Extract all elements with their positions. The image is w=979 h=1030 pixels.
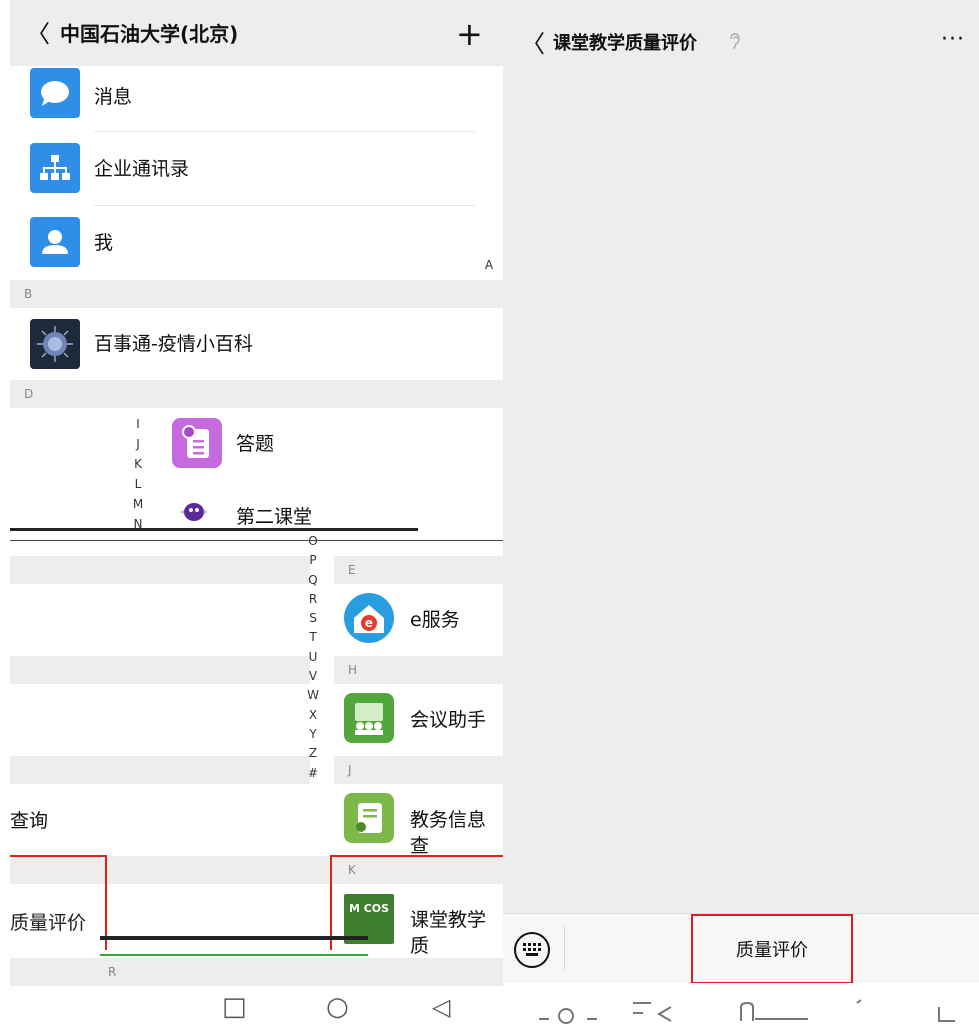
academic-info-icon: [344, 793, 394, 843]
section-header-h: H: [334, 656, 503, 684]
alphabet-index-fragment[interactable]: OP QR ST UV WX YZ #: [306, 532, 320, 783]
list-item-label: 消息: [94, 86, 133, 108]
list-item-label: 课堂教学质: [410, 909, 487, 957]
section-header-e: E: [334, 556, 503, 584]
list-item-label: 第二课堂: [236, 506, 313, 528]
ear-icon[interactable]: [729, 33, 741, 55]
section-header-blank: [10, 756, 310, 784]
e-service-icon: e: [344, 593, 394, 643]
left-screen: 〈 中国石油大学(北京) + 消息 企业通讯录 我 A B 百事通-疫情小百科 …: [10, 0, 503, 1030]
section-header-b: B: [10, 280, 503, 308]
list-item-label: 答题: [236, 433, 275, 455]
back-button[interactable]: 〈: [521, 30, 545, 58]
more-options-button[interactable]: ···: [941, 26, 965, 54]
section-header-r: R: [10, 958, 503, 986]
system-nav-bar-glitched: [503, 983, 979, 1030]
list-item-quiz[interactable]: 答题: [10, 408, 503, 480]
bottom-menu-bar: 质量评价: [503, 913, 979, 984]
webview-content: [503, 74, 979, 914]
page-title: 课堂教学质量评价: [553, 33, 697, 54]
section-header-blank: [10, 656, 310, 684]
list-item-baishitong[interactable]: 百事通-疫情小百科: [10, 308, 503, 380]
list-item-label: e服务: [410, 609, 460, 631]
list-item-classroom-eval[interactable]: M COS 课堂教学质: [334, 884, 503, 957]
add-button[interactable]: +: [456, 17, 483, 51]
list-item-label: 企业通讯录: [94, 158, 190, 180]
render-glitch-line: [10, 540, 503, 541]
list-item-meeting[interactable]: 会议助手: [334, 684, 503, 756]
chat-bubble-icon: [30, 68, 80, 118]
section-header-j: J: [334, 756, 503, 784]
meeting-icon: [344, 693, 394, 743]
fragment-text-eval: 质量评价: [10, 912, 87, 934]
list-item-label: 百事通-疫情小百科: [94, 333, 253, 355]
back-button[interactable]: 〈: [26, 20, 50, 48]
list-item-label: 教务信息查: [410, 809, 487, 857]
list-item-directory[interactable]: 企业通讯录: [10, 132, 503, 206]
section-header-blank: [10, 556, 310, 584]
divider: [564, 926, 565, 970]
svg-text:e: e: [365, 616, 373, 630]
render-glitch-line: [10, 528, 418, 531]
home-button[interactable]: ○: [326, 992, 349, 1022]
org-chart-icon: [30, 143, 80, 193]
right-header: 〈 课堂教学质量评价 ···: [503, 14, 979, 74]
person-icon: [30, 217, 80, 267]
highlight-box-fragment: [330, 855, 503, 857]
section-header-d: D: [10, 380, 503, 408]
purple-mascot-icon: [174, 500, 214, 522]
list-item-me[interactable]: 我: [10, 206, 503, 280]
section-header-k: K: [334, 856, 503, 884]
list-item-e-service[interactable]: e e服务: [334, 584, 503, 656]
right-screen: 〈 课堂教学质量评价 ··· 质量评价: [503, 0, 979, 1030]
render-glitch-line: [100, 936, 368, 940]
list-item-label: 我: [94, 232, 114, 254]
highlight-box-fragment: [10, 855, 106, 857]
quiz-doc-icon: [172, 418, 222, 468]
quality-evaluation-menu-button[interactable]: 质量评价: [691, 914, 853, 984]
keyboard-icon[interactable]: [514, 932, 550, 968]
fragment-text-query: 查询: [10, 810, 49, 832]
page-title: 中国石油大学(北京): [60, 22, 239, 46]
back-nav-button[interactable]: ◁: [432, 992, 450, 1022]
system-nav-bar: □ ○ ◁: [10, 986, 503, 1030]
list-item-messages[interactable]: 消息: [10, 66, 503, 132]
list-item-academic[interactable]: 教务信息查: [334, 784, 503, 857]
menu-button-label: 质量评价: [736, 940, 808, 961]
left-header: 〈 中国石油大学(北京) +: [10, 0, 503, 66]
virus-image-icon: [30, 319, 80, 369]
render-glitch-line: [100, 954, 368, 956]
recents-button[interactable]: □: [222, 992, 247, 1022]
list-item-second-class[interactable]: 第二课堂: [10, 480, 503, 530]
list-item-label: 会议助手: [410, 709, 487, 731]
